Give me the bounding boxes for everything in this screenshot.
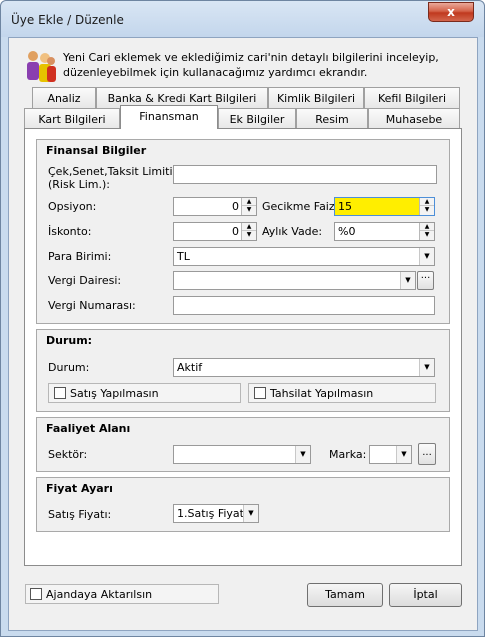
window-title: Üye Ekle / Düzenle [11,13,124,27]
gecikme-faizi-label: Gecikme Faizi: [262,200,342,213]
title-bar[interactable]: Üye Ekle / Düzenle x [1,1,484,37]
tab-analiz[interactable]: Analiz [32,87,96,109]
risk-limit-input[interactable] [173,165,437,184]
aylik-vade-spinner[interactable]: ▲ ▼ [419,223,434,240]
aylik-vade-stepper[interactable]: %0 ▲ ▼ [334,222,435,241]
ajanda-label: Ajandaya Aktarılsın [46,588,153,601]
iskonto-spinner[interactable]: ▲ ▼ [241,223,256,240]
chevron-down-icon[interactable]: ▼ [243,505,258,522]
spin-down-icon[interactable]: ▼ [242,206,256,214]
chevron-down-icon[interactable]: ▼ [396,446,411,463]
vergi-dairesi-browse-button[interactable]: ··· [417,271,434,290]
fiyat-ayari-group: Fiyat Ayarı Satış Fiyatı: 1.Satış Fiyatı… [36,477,450,532]
opsiyon-label: Opsiyon: [48,200,97,213]
finansman-tab-panel: Finansal Bilgiler Çek,Senet,Taksit Limit… [24,128,462,566]
satis-fiyati-label: Satış Fiyatı: [48,508,112,521]
checkbox-box[interactable] [30,588,42,600]
tahsilat-yapilmasin-label: Tahsilat Yapılmasın [270,387,374,400]
satis-fiyati-select[interactable]: 1.Satış Fiyatı ▼ [173,504,259,523]
vergi-dairesi-select[interactable]: ▼ [173,271,416,290]
durum-value: Aktif [177,361,203,374]
satis-fiyati-value: 1.Satış Fiyatı [177,507,248,520]
spin-up-icon[interactable]: ▲ [242,223,256,231]
marka-select[interactable]: ▼ [369,445,412,464]
checkbox-box[interactable] [54,387,66,399]
risk-limit-label-2: (Risk Lim.): [48,178,110,191]
opsiyon-spinner[interactable]: ▲ ▼ [241,198,256,215]
chevron-down-icon[interactable]: ▼ [400,272,415,289]
tab-kefil[interactable]: Kefil Bilgileri [364,87,460,109]
durum-group-title: Durum: [46,334,93,347]
ajanda-checkbox[interactable]: Ajandaya Aktarılsın [25,584,219,604]
tab-ek-bilgiler[interactable]: Ek Bilgiler [218,108,296,130]
faaliyet-alani-group: Faaliyet Alanı Sektör: ▼ Marka: ▼ ... [36,417,450,472]
gecikme-faizi-stepper[interactable]: 15 ▲ ▼ [334,197,435,216]
iskonto-stepper[interactable]: 0 ▲ ▼ [173,222,257,241]
vergi-numarasi-label: Vergi Numarası: [48,299,136,312]
tab-muhasebe[interactable]: Muhasebe [368,108,460,130]
satis-yapilmasin-label: Satış Yapılmasın [70,387,159,400]
fiyat-ayari-title: Fiyat Ayarı [46,482,113,495]
marka-browse-button[interactable]: ... [418,443,436,465]
spin-down-icon[interactable]: ▼ [420,206,434,214]
vergi-numarasi-input[interactable] [173,296,435,315]
risk-limit-label: Çek,Senet,Taksit Limiti [48,165,173,178]
finansal-bilgiler-group: Finansal Bilgiler Çek,Senet,Taksit Limit… [36,139,450,324]
spin-up-icon[interactable]: ▲ [420,223,434,231]
tab-finansman[interactable]: Finansman [120,105,218,129]
tab-resim[interactable]: Resim [296,108,368,130]
gecikme-faizi-value: 15 [338,200,352,213]
marka-label: Marka: [329,448,367,461]
chevron-down-icon[interactable]: ▼ [419,248,434,265]
spin-up-icon[interactable]: ▲ [242,198,256,206]
iskonto-label: İskonto: [48,225,92,238]
close-button[interactable]: x [428,2,474,22]
spin-down-icon[interactable]: ▼ [242,231,256,239]
users-icon [27,51,56,82]
durum-label: Durum: [48,361,90,374]
satis-yapilmasin-checkbox[interactable]: Satış Yapılmasın [48,383,241,403]
tab-kimlik[interactable]: Kimlik Bilgileri [268,87,364,109]
chevron-down-icon[interactable]: ▼ [295,446,310,463]
aylik-vade-label: Aylık Vade: [262,225,323,238]
opsiyon-value: 0 [232,200,239,213]
opsiyon-stepper[interactable]: 0 ▲ ▼ [173,197,257,216]
para-birimi-value: TL [177,250,190,263]
tamam-button[interactable]: Tamam [307,583,383,607]
spin-up-icon[interactable]: ▲ [420,198,434,206]
tab-kart-bilgileri[interactable]: Kart Bilgileri [24,108,120,130]
durum-select[interactable]: Aktif ▼ [173,358,435,377]
vergi-dairesi-label: Vergi Dairesi: [48,274,122,287]
durum-group: Durum: Durum: Aktif ▼ Satış Yapılmasın T… [36,329,450,412]
checkbox-box[interactable] [254,387,266,399]
tahsilat-yapilmasin-checkbox[interactable]: Tahsilat Yapılmasın [248,383,436,403]
sektor-label: Sektör: [48,448,88,461]
iptal-button[interactable]: İptal [389,583,462,607]
info-description: Yeni Cari eklemek ve eklediğimiz cari'ni… [63,51,439,79]
dialog-window: Üye Ekle / Düzenle x Yeni Cari eklemek v… [0,0,485,637]
aylik-vade-value: %0 [338,225,356,238]
finansal-bilgiler-title: Finansal Bilgiler [46,144,147,157]
iskonto-value: 0 [232,225,239,238]
para-birimi-select[interactable]: TL ▼ [173,247,435,266]
faaliyet-alani-title: Faaliyet Alanı [46,422,131,435]
chevron-down-icon[interactable]: ▼ [419,359,434,376]
para-birimi-label: Para Birimi: [48,250,112,263]
spin-down-icon[interactable]: ▼ [420,231,434,239]
sektor-select[interactable]: ▼ [173,445,311,464]
gecikme-faizi-spinner[interactable]: ▲ ▼ [419,198,434,215]
